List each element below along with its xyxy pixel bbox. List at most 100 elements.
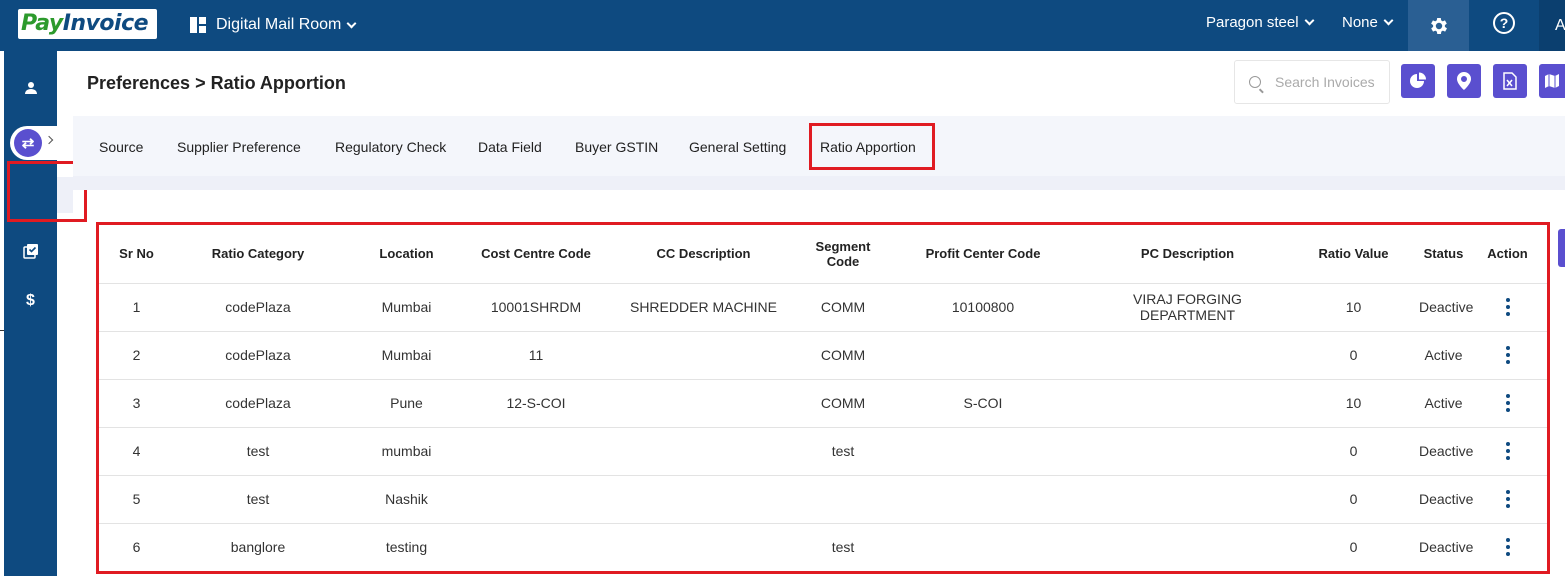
- column-header[interactable]: CC Description: [600, 225, 807, 284]
- cell-status: Active: [1419, 331, 1468, 380]
- column-header[interactable]: Ratio Value: [1288, 225, 1419, 284]
- table-row: 2 codePlaza Mumbai 11 COMM 0 Active: [98, 331, 1547, 380]
- cell-cc-description: [600, 475, 807, 524]
- user-avatar[interactable]: A: [1539, 0, 1565, 51]
- cell-segment-code: [807, 475, 879, 524]
- page-title: Preferences > Ratio Apportion: [87, 73, 346, 93]
- cell-ratio-category: codePlaza: [175, 331, 341, 380]
- cell-sr-no: 4: [98, 427, 175, 476]
- cell-sr-no: 2: [98, 331, 175, 380]
- cell-status: Deactive: [1419, 427, 1473, 476]
- sidebar-item-tasks[interactable]: [4, 231, 57, 271]
- column-header[interactable]: Status: [1419, 225, 1468, 284]
- sidebar-flap: [57, 177, 73, 213]
- table-header-row: Sr No Ratio Category Location Cost Centr…: [98, 225, 1547, 284]
- scroll-handle[interactable]: [1558, 229, 1565, 267]
- sidebar-item-profile[interactable]: [4, 68, 57, 108]
- table-row: 4 test mumbai test 0 Deactive: [98, 427, 1547, 476]
- cell-cc-description: SHREDDER MACHINE: [600, 283, 807, 332]
- more-vertical-icon[interactable]: [1505, 346, 1510, 365]
- cell-ratio-value: 0: [1288, 475, 1419, 524]
- column-header[interactable]: Location: [341, 225, 472, 284]
- cell-cc-description: [600, 427, 807, 476]
- cell-sr-no: 1: [98, 283, 175, 332]
- chevron-right-icon: [44, 135, 54, 145]
- tab-general-setting[interactable]: General Setting: [689, 139, 786, 155]
- cell-ratio-value: 10: [1288, 379, 1419, 428]
- location-pin-icon: [1457, 72, 1471, 90]
- logo-invoice-text: Invoice: [62, 11, 149, 36]
- column-header[interactable]: Ratio Category: [175, 225, 341, 284]
- cell-profit-center-code: [879, 523, 1087, 572]
- column-header[interactable]: Sr No: [98, 225, 175, 284]
- cell-status: Deactive: [1419, 523, 1473, 572]
- chevron-down-icon: [346, 18, 357, 28]
- cell-cost-centre-code: [472, 427, 600, 476]
- column-header[interactable]: Segment Code: [807, 225, 879, 284]
- more-vertical-icon[interactable]: [1505, 442, 1510, 461]
- cell-action: [1468, 379, 1547, 428]
- cell-location: Mumbai: [341, 283, 472, 332]
- chevron-down-icon: [1383, 15, 1394, 26]
- dashboard-grid-icon: [190, 16, 207, 34]
- more-vertical-icon[interactable]: [1505, 298, 1510, 317]
- help-icon[interactable]: ?: [1493, 12, 1515, 34]
- cell-ratio-value: 0: [1288, 427, 1419, 476]
- cell-cost-centre-code: 10001SHRDM: [472, 283, 600, 332]
- search-box[interactable]: [1234, 60, 1390, 104]
- cell-sr-no: 3: [98, 379, 175, 428]
- sidebar-item-billing[interactable]: $: [4, 281, 57, 321]
- more-vertical-icon[interactable]: [1505, 394, 1510, 413]
- cell-profit-center-code: [879, 331, 1087, 380]
- tab-buyer-gstin[interactable]: Buyer GSTIN: [575, 139, 658, 155]
- more-vertical-icon[interactable]: [1505, 538, 1510, 557]
- column-header[interactable]: PC Description: [1087, 225, 1288, 284]
- location-button[interactable]: [1447, 64, 1481, 98]
- sidebar-item-preferences[interactable]: ⇄: [10, 126, 57, 160]
- cell-cost-centre-code: 12-S-COI: [472, 379, 600, 428]
- cell-pc-description: [1087, 427, 1288, 476]
- cell-profit-center-code: S-COI: [879, 379, 1087, 428]
- user-icon: [24, 82, 37, 94]
- cell-sr-no: 5: [98, 475, 175, 524]
- search-input[interactable]: [1275, 74, 1385, 90]
- cell-ratio-value: 10: [1288, 283, 1419, 332]
- cell-pc-description: [1087, 379, 1288, 428]
- cell-cc-description: [600, 523, 807, 572]
- tab-regulatory-check[interactable]: Regulatory Check: [335, 139, 446, 155]
- tab-ratio-apportion[interactable]: Ratio Apportion: [820, 139, 916, 155]
- excel-export-button[interactable]: [1493, 64, 1527, 98]
- tab-supplier-preference[interactable]: Supplier Preference: [177, 139, 301, 155]
- cell-pc-description: [1087, 331, 1288, 380]
- cell-cost-centre-code: [472, 523, 600, 572]
- cell-segment-code: test: [807, 427, 879, 476]
- tab-source[interactable]: Source: [99, 139, 143, 155]
- cell-ratio-category: codePlaza: [175, 379, 341, 428]
- payinvoice-logo[interactable]: PayInvoice: [18, 9, 157, 39]
- cell-ratio-value: 0: [1288, 331, 1419, 380]
- cell-profit-center-code: 10100800: [879, 283, 1087, 332]
- cell-location: testing: [341, 523, 472, 572]
- chevron-down-icon: [1304, 15, 1315, 26]
- app-switcher[interactable]: Digital Mail Room: [190, 13, 357, 37]
- more-vertical-icon[interactable]: [1505, 490, 1510, 509]
- logo-pay-text: Pay: [21, 11, 63, 36]
- scope-dropdown[interactable]: None: [1342, 14, 1394, 31]
- scope-value: None: [1342, 14, 1378, 31]
- company-name: Paragon steel: [1206, 14, 1299, 31]
- map-button[interactable]: [1539, 64, 1565, 98]
- swap-arrows-icon: ⇄: [14, 129, 42, 157]
- table-row: 6 banglore testing test 0 Deactive: [98, 523, 1547, 572]
- cell-action: [1468, 427, 1547, 476]
- checklist-icon: [22, 244, 38, 259]
- company-dropdown[interactable]: Paragon steel: [1206, 14, 1315, 31]
- settings-button[interactable]: [1408, 0, 1469, 51]
- column-header[interactable]: Profit Center Code: [879, 225, 1087, 284]
- cell-segment-code: COMM: [807, 379, 879, 428]
- cell-action: [1468, 475, 1547, 524]
- column-header[interactable]: Cost Centre Code: [472, 225, 600, 284]
- cell-ratio-category: codePlaza: [175, 283, 341, 332]
- tab-data-field[interactable]: Data Field: [478, 139, 542, 155]
- pie-chart-button[interactable]: [1401, 64, 1435, 98]
- cell-ratio-category: test: [175, 475, 341, 524]
